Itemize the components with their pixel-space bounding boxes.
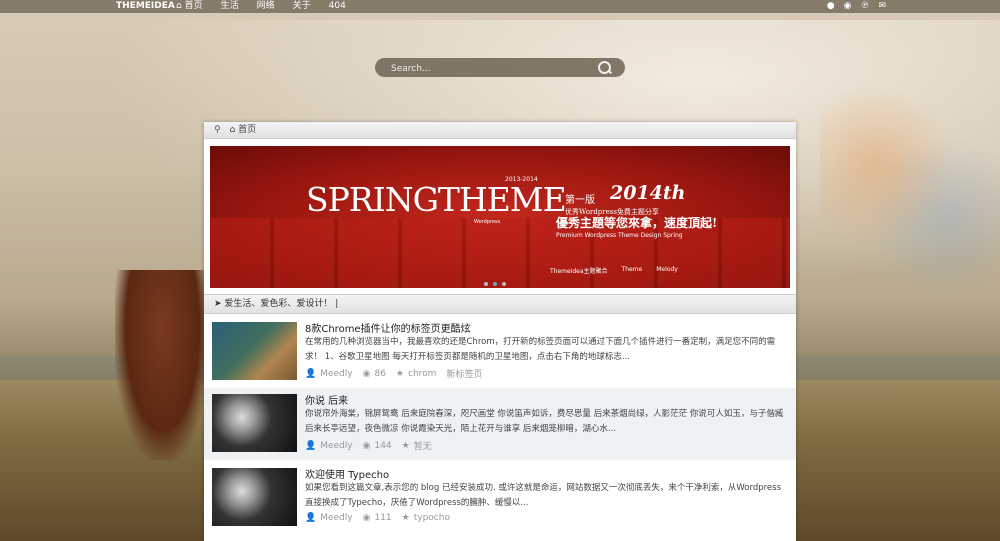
slider-dots [484, 282, 506, 286]
user-icon: 👤 [305, 513, 317, 523]
banner-wordpress: Wordpress [474, 219, 501, 225]
post-author[interactable]: 👤 Meedly [305, 367, 353, 380]
slider-dot[interactable] [502, 282, 506, 286]
post-excerpt: 你说帘外海棠，锦屏鸳鸯 后来庭院春深，咫尺画堂 你说笛声如诉，费尽思量 后来茶烟… [305, 409, 784, 434]
post-views-count: 86 [374, 368, 386, 379]
banner-year-big: 2014th [610, 182, 686, 204]
post-author[interactable]: 👤 Meedly [305, 513, 353, 523]
paper-plane-icon: ➤ [214, 299, 222, 309]
site-logo[interactable]: THEMEIDEA [116, 0, 175, 13]
nav-item-404[interactable]: 404 [329, 0, 346, 13]
star-icon: ★ [395, 368, 404, 379]
notice-bar: ➤ 爱生活、爱色彩、爱设计！ | [204, 294, 796, 314]
nav-item-about[interactable]: 关于 [293, 0, 311, 13]
weibo-icon[interactable]: ◉ [844, 0, 852, 13]
nav-item-home[interactable]: ⌂ 首页 [176, 0, 203, 13]
post-item: 你说 后来 你说帘外海棠，锦屏鸳鸯 后来庭院春深，咫尺画堂 你说笛声如诉，费尽思… [204, 388, 796, 460]
banner-brand-themeidea: Themeidea主题聚合 [550, 268, 608, 275]
post-title[interactable]: 8款Chrome插件让你的标签页更酷炫 [305, 320, 471, 335]
main-panel: ⚲ ⌂ 首页 2013-2014 SPRINGTHEME 第一版 优秀Wordpr… [204, 122, 796, 541]
breadcrumb: ⚲ ⌂ 首页 [204, 122, 796, 139]
banner-slogan: 優秀主題等您來拿，速度頂起! [556, 216, 718, 230]
post-title[interactable]: 你说 后来 [305, 392, 348, 407]
post-views: ◉ 144 [363, 439, 392, 452]
post-item: 欢迎使用 Typecho 如果您看到这篇文章,表示您的 blog 已经安装成功.… [204, 462, 796, 534]
wechat-icon[interactable]: ✉ [878, 0, 886, 13]
star-icon: ★ [401, 440, 410, 451]
nav-item-life[interactable]: 生活 [221, 0, 239, 13]
banner-title: SPRINGTHEME [306, 180, 567, 219]
post-tag: 暂无 [413, 442, 432, 452]
banner-brands: Themeidea主题聚合 Theme Melody [550, 266, 678, 275]
banner-english-tagline: Premium Wordpress Theme Design Spring [556, 232, 683, 239]
post-meta: 👤 Meedly ◉ 86 ★ chrom 新标签页 [305, 367, 482, 381]
post-views: ◉ 111 [363, 513, 392, 523]
github-icon[interactable]: ● [827, 0, 835, 13]
home-icon: ⌂ [229, 125, 236, 135]
post-title[interactable]: 欢迎使用 Typecho [305, 466, 389, 481]
post-meta: 👤 Meedly ◉ 144 ★ 暂无 [305, 439, 432, 453]
post-views: ◉ 86 [363, 367, 386, 380]
post-tag: chrom [408, 368, 437, 379]
post-category[interactable]: 新标签页 [446, 367, 482, 380]
post-thumbnail[interactable] [212, 322, 297, 380]
post-tags[interactable]: ★ chrom [396, 367, 437, 380]
breadcrumb-home[interactable]: 首页 [238, 125, 256, 135]
post-author-name: Meedly [320, 513, 353, 523]
eye-icon: ◉ [362, 440, 371, 451]
post-thumbnail[interactable] [212, 468, 297, 526]
social-links: ● ◉ ℗ ✉ [827, 0, 886, 13]
slider-dot-active[interactable] [493, 282, 497, 286]
top-navigation-bar: THEMEIDEA ⌂ 首页 生活 网络 关于 404 ● ◉ ℗ ✉ [0, 0, 1000, 13]
post-tags[interactable]: ★ typocho [402, 513, 450, 523]
post-author-name: Meedly [320, 440, 353, 451]
search-bar [375, 58, 625, 77]
post-thumbnail[interactable] [212, 394, 297, 452]
notice-text: 爱生活、爱色彩、爱设计！ | [224, 299, 339, 309]
location-pin-icon: ⚲ [214, 125, 221, 135]
background-cow [115, 270, 210, 460]
nav-item-network[interactable]: 网络 [257, 0, 275, 13]
featured-slider[interactable]: 2013-2014 SPRINGTHEME 第一版 优秀Wordpress免费主题… [210, 146, 790, 288]
post-views-count: 144 [374, 440, 392, 451]
search-input[interactable] [389, 60, 593, 77]
search-icon[interactable] [598, 61, 611, 74]
banner-brand-melody: Melody [656, 266, 678, 273]
post-item: 8款Chrome插件让你的标签页更酷炫 在常用的几种浏览器当中，我最喜欢的还是C… [204, 316, 796, 388]
star-icon: ★ [401, 513, 410, 523]
banner-brand-theme: Theme [621, 266, 643, 273]
post-views-count: 111 [374, 513, 392, 523]
user-icon: 👤 [305, 368, 317, 379]
pinterest-icon[interactable]: ℗ [860, 0, 869, 13]
post-tags[interactable]: ★ 暂无 [401, 439, 432, 453]
main-nav: ⌂ 首页 生活 网络 关于 404 [176, 0, 346, 13]
user-icon: 👤 [305, 440, 317, 451]
post-author[interactable]: 👤 Meedly [305, 439, 353, 452]
slider-dot[interactable] [484, 282, 488, 286]
post-tag: typocho [413, 513, 450, 523]
nav-home-label: 首页 [184, 1, 203, 11]
post-excerpt: 如果您看到这篇文章,表示您的 blog 已经安装成功. 或许这就是命运，网站数据… [305, 483, 782, 508]
post-meta: 👤 Meedly ◉ 111 ★ typocho [305, 513, 450, 523]
eye-icon: ◉ [362, 513, 371, 523]
post-excerpt: 在常用的几种浏览器当中，我最喜欢的还是Chrom，打开新的标签页面可以通过下面几… [305, 337, 776, 362]
eye-icon: ◉ [362, 368, 371, 379]
background-music-notes [820, 60, 1000, 320]
banner-edition-label: 第一版 [565, 195, 595, 206]
post-author-name: Meedly [320, 368, 353, 379]
